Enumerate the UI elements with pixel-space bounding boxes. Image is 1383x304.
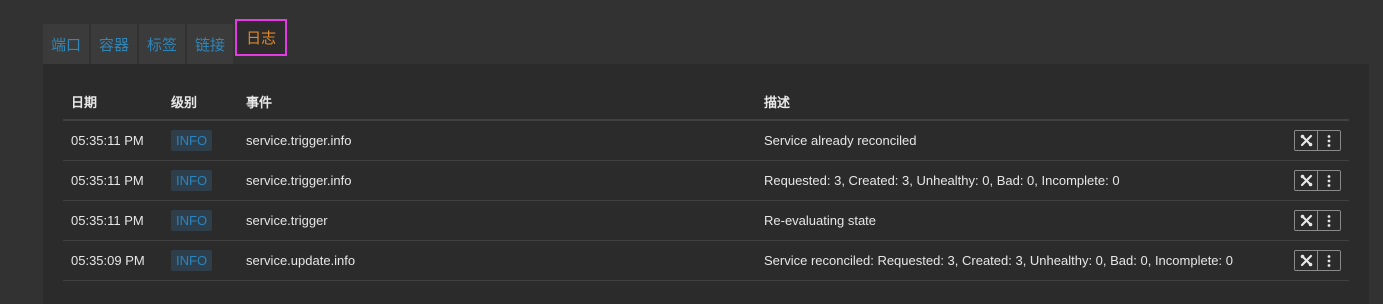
level-badge: INFO xyxy=(171,250,213,271)
tab-bar: 端口 容器 标签 链接 日志 xyxy=(43,19,288,64)
row-action-group xyxy=(1294,250,1341,271)
row-date: 05:35:11 PM xyxy=(63,160,163,201)
header-date: 日期 xyxy=(63,84,163,121)
tools-icon xyxy=(1300,214,1312,227)
row-description: Service reconciled: Requested: 3, Create… xyxy=(756,240,1273,281)
tools-button[interactable] xyxy=(1295,211,1317,230)
table-row: 05:35:11 PM INFO service.trigger.info Se… xyxy=(63,120,1349,161)
row-action-group xyxy=(1294,210,1341,231)
level-badge: INFO xyxy=(171,130,213,151)
row-date: 05:35:11 PM xyxy=(63,120,163,161)
level-badge: INFO xyxy=(171,170,213,191)
more-vertical-icon xyxy=(1327,174,1331,187)
more-button[interactable] xyxy=(1317,171,1340,190)
tab-containers[interactable]: 容器 xyxy=(91,24,138,64)
row-event: service.trigger xyxy=(238,200,756,241)
more-button[interactable] xyxy=(1317,211,1340,230)
tools-button[interactable] xyxy=(1295,171,1317,190)
log-table: 日期 级别 事件 描述 05:35:11 PM INFO service.tri… xyxy=(63,84,1349,281)
more-vertical-icon xyxy=(1327,254,1331,267)
row-description: Re-evaluating state xyxy=(756,200,1273,241)
level-badge: INFO xyxy=(171,210,213,231)
tools-button[interactable] xyxy=(1295,251,1317,270)
tab-labels[interactable]: 标签 xyxy=(139,24,186,64)
tools-icon xyxy=(1300,174,1312,187)
header-level: 级别 xyxy=(163,84,238,121)
log-panel: 日期 级别 事件 描述 05:35:11 PM INFO service.tri… xyxy=(43,64,1369,304)
table-row: 05:35:09 PM INFO service.update.info Ser… xyxy=(63,240,1349,281)
table-row: 05:35:11 PM INFO service.trigger Re-eval… xyxy=(63,200,1349,241)
tab-logs[interactable]: 日志 xyxy=(235,19,288,56)
more-vertical-icon xyxy=(1327,134,1331,147)
more-vertical-icon xyxy=(1327,214,1331,227)
table-header-row: 日期 级别 事件 描述 xyxy=(63,84,1349,121)
row-date: 05:35:11 PM xyxy=(63,200,163,241)
header-actions xyxy=(1273,84,1349,121)
row-description: Requested: 3, Created: 3, Unhealthy: 0, … xyxy=(756,160,1273,201)
table-row: 05:35:11 PM INFO service.trigger.info Re… xyxy=(63,160,1349,201)
tools-icon xyxy=(1300,254,1312,267)
tab-ports[interactable]: 端口 xyxy=(43,24,90,64)
row-date: 05:35:09 PM xyxy=(63,240,163,281)
tools-icon xyxy=(1300,134,1312,147)
header-description: 描述 xyxy=(756,84,1273,121)
more-button[interactable] xyxy=(1317,251,1340,270)
more-button[interactable] xyxy=(1317,131,1340,150)
tools-button[interactable] xyxy=(1295,131,1317,150)
tab-links[interactable]: 链接 xyxy=(187,24,234,64)
row-description: Service already reconciled xyxy=(756,120,1273,161)
row-event: service.update.info xyxy=(238,240,756,281)
row-action-group xyxy=(1294,170,1341,191)
row-action-group xyxy=(1294,130,1341,151)
header-event: 事件 xyxy=(238,84,756,121)
row-event: service.trigger.info xyxy=(238,160,756,201)
row-event: service.trigger.info xyxy=(238,120,756,161)
